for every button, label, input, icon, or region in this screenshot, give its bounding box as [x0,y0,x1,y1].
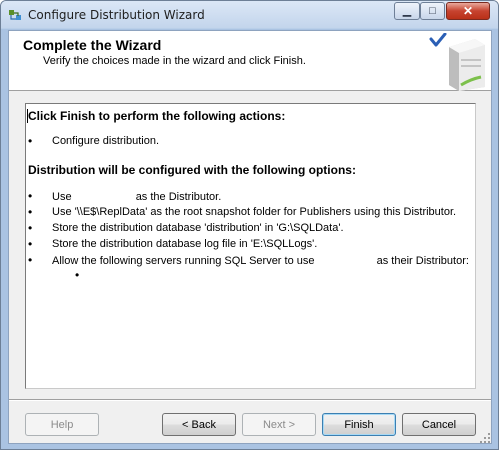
maximize-icon: □ [429,4,436,17]
next-button[interactable]: Next > [242,413,316,436]
option-text: Allow the following servers running SQL … [52,254,469,267]
cancel-button[interactable]: Cancel [402,413,476,436]
list-item: • Use '\\E$\ReplData' as the root snapsh… [26,205,475,220]
list-item: • Store the distribution database log fi… [26,237,475,252]
bullet: • [28,189,33,203]
list-item: • Store the distribution database 'distr… [26,221,475,236]
help-button[interactable]: Help [25,413,99,436]
option-text: Use '\\E$\ReplData' as the root snapshot… [52,206,457,218]
bullet: • [28,221,33,235]
wizard-header: Complete the Wizard Verify the choices m… [9,31,491,91]
summary-textbox[interactable]: Click Finish to perform the following ac… [25,103,476,389]
resize-grip-icon[interactable] [479,432,491,444]
close-button[interactable]: ✕ [446,2,490,20]
list-item: • Use as the Distributor. [26,189,475,204]
redacted-server-name [75,190,133,200]
list-item: • Allow the following servers running SQ… [26,253,475,268]
maximize-button[interactable]: □ [420,2,445,20]
option-text-before: Allow the following servers running SQL … [52,255,315,267]
wizard-icon [9,10,21,20]
bullet: • [28,134,33,148]
minimize-button[interactable]: ▁ [394,2,420,20]
redacted-server-name [318,254,374,264]
title-bar[interactable]: Configure Distribution Wizard ▁ □ ✕ [1,1,498,28]
options-heading: Distribution will be configured with the… [28,163,356,177]
option-text-before: Use [52,191,72,203]
option-text-after: as their Distributor: [376,255,469,267]
action-text: Configure distribution. [52,135,160,147]
actions-heading: Click Finish to perform the following ac… [28,109,286,123]
minimize-icon: ▁ [402,4,412,17]
option-text: Store the distribution database 'distrib… [52,222,344,234]
server-check-icon [429,33,485,91]
bullet: • [28,237,33,251]
button-separator [9,399,491,401]
option-text: Use as the Distributor. [52,190,221,203]
bullet: • [28,205,33,219]
bullet: • [28,253,33,267]
wizard-window: Configure Distribution Wizard ▁ □ ✕ Comp… [0,0,499,450]
sub-bullet: • [75,268,80,282]
page-subtitle: Verify the choices made in the wizard an… [43,55,306,67]
page-title: Complete the Wizard [23,37,162,53]
back-button[interactable]: < Back [162,413,236,436]
option-text: Store the distribution database log file… [52,238,318,250]
wizard-client-area: Complete the Wizard Verify the choices m… [8,30,492,444]
list-item: • Configure distribution. [26,134,475,149]
finish-button[interactable]: Finish [322,413,396,436]
window-title: Configure Distribution Wizard [28,8,205,22]
close-icon: ✕ [462,4,474,18]
option-text-after: as the Distributor. [135,191,222,203]
